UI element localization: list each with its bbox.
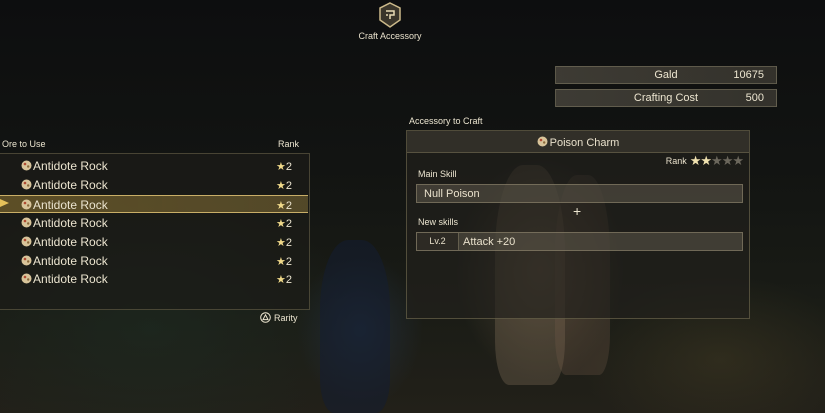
- star-icon: ★: [276, 161, 286, 173]
- accessory-name: Poison Charm: [549, 137, 620, 149]
- ore-rank-value: 2: [285, 255, 292, 268]
- ore-list-item[interactable]: Antidote Rock ★2: [0, 270, 308, 288]
- ore-rank-value: 2: [285, 199, 292, 212]
- ore-name: Antidote Rock: [33, 215, 108, 230]
- star-empty-icon: ★: [732, 153, 744, 168]
- ore-rank: ★2: [276, 160, 292, 173]
- rarity-label: Rarity: [274, 312, 298, 323]
- ore-rank: ★2: [276, 217, 292, 230]
- ore-icon: [21, 199, 32, 210]
- triangle-button-icon: [260, 312, 271, 323]
- new-skill-value: Attack +20: [463, 236, 516, 248]
- ore-list-item[interactable]: Antidote Rock ★2: [0, 176, 308, 194]
- star-empty-icon: ★: [711, 153, 723, 168]
- ore-name: Antidote Rock: [33, 197, 108, 212]
- star-icon: ★: [276, 255, 286, 268]
- ore-icon: [21, 255, 32, 266]
- ore-rank: ★2: [276, 236, 292, 249]
- star-filled-icon: ★: [689, 153, 702, 168]
- ore-rank: ★2: [276, 255, 292, 268]
- ore-rank-value: 2: [285, 236, 292, 249]
- ore-list-item[interactable]: Antidote Rock ★2: [0, 233, 308, 251]
- star-icon: ★: [276, 199, 286, 212]
- ore-list-item[interactable]: Antidote Rock ★2: [0, 252, 308, 270]
- ore-name: Antidote Rock: [33, 159, 108, 173]
- ore-rank: ★2: [276, 179, 292, 192]
- ore-icon: [21, 217, 32, 228]
- star-empty-icon: ★: [721, 153, 734, 168]
- ore-name: Antidote Rock: [33, 253, 108, 268]
- rank-label: Rank: [665, 156, 687, 166]
- page-title: Craft Accessory: [358, 31, 422, 41]
- gald-display: Gald 10675: [555, 66, 777, 84]
- ore-rank: ★2: [276, 273, 292, 286]
- star-filled-icon: ★: [700, 153, 712, 168]
- selection-cursor-icon: [0, 199, 9, 207]
- crafting-cost-display: Crafting Cost 500: [555, 89, 777, 107]
- ore-name: Antidote Rock: [33, 177, 108, 192]
- ore-icon: [21, 179, 32, 190]
- new-skills-label: New skills: [418, 217, 459, 227]
- main-skill-field: Null Poison: [416, 184, 743, 203]
- ore-rank-value: 2: [285, 161, 292, 173]
- ore-icon: [21, 160, 32, 171]
- rank-column-header: Rank: [278, 139, 300, 149]
- craft-emblem-icon: [378, 2, 402, 28]
- background-character-left: [320, 240, 390, 413]
- gald-label: Gald: [654, 69, 678, 81]
- accessory-rank: Rank ★★★★★: [665, 153, 744, 169]
- ore-column-header: Ore to Use: [2, 139, 46, 149]
- ore-list-item[interactable]: Antidote Rock ★2: [0, 157, 308, 175]
- accessory-heading: Accessory to Craft: [409, 116, 483, 126]
- ore-name: Antidote Rock: [33, 272, 108, 287]
- star-icon: ★: [276, 179, 286, 192]
- ore-list-item[interactable]: Antidote Rock ★2: [0, 194, 308, 213]
- accessory-name-bar: Poison Charm: [407, 131, 749, 153]
- ore-name: Antidote Rock: [33, 234, 108, 249]
- new-skill-level: Lv.2: [417, 233, 459, 250]
- ore-rank-value: 2: [285, 274, 292, 287]
- main-skill-value: Null Poison: [424, 188, 480, 200]
- ore-icon: [21, 236, 32, 247]
- new-skill-field: Lv.2 Attack +20: [416, 232, 743, 251]
- crafting-cost-value: 500: [745, 92, 764, 104]
- gald-value: 10675: [733, 69, 764, 81]
- ore-icon: [537, 136, 548, 147]
- plus-icon: +: [573, 203, 582, 219]
- ore-rank: ★2: [276, 199, 292, 212]
- ore-list-item[interactable]: Antidote Rock ★2: [0, 214, 308, 232]
- rank-stars: ★★★★★: [689, 153, 744, 169]
- crafting-cost-label: Crafting Cost: [633, 92, 699, 104]
- star-icon: ★: [276, 236, 286, 249]
- star-icon: ★: [276, 274, 286, 287]
- ore-rank-value: 2: [285, 179, 292, 192]
- accessory-panel: Poison Charm Rank ★★★★★ Main Skill Null …: [406, 130, 750, 319]
- main-skill-label: Main Skill: [418, 169, 457, 179]
- star-icon: ★: [276, 217, 286, 230]
- rarity-sort-button[interactable]: Rarity: [260, 312, 298, 323]
- ore-rank-value: 2: [285, 217, 292, 230]
- ore-icon: [21, 273, 32, 284]
- ore-list: Antidote Rock ★2 Antidote Rock ★2 Antidote R…: [0, 153, 310, 310]
